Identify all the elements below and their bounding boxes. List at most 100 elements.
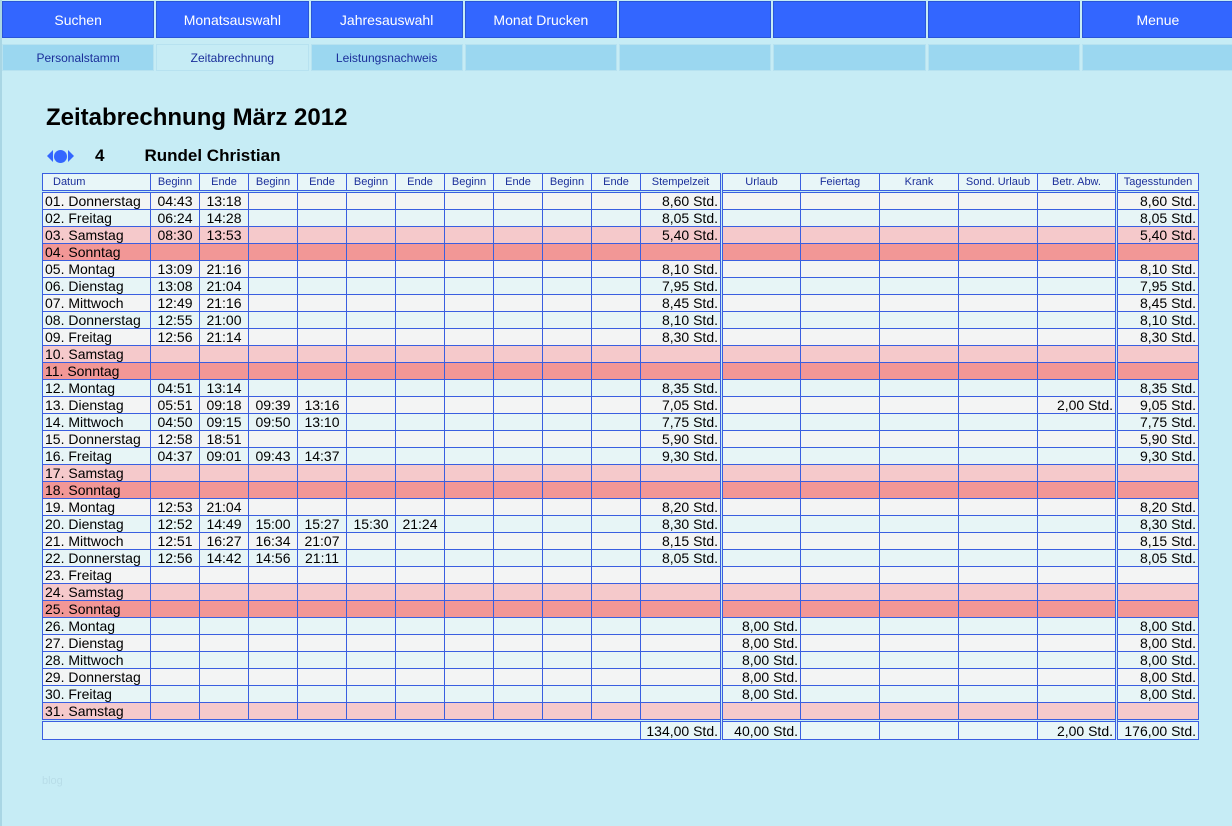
- feiertag-cell[interactable]: [800, 668, 880, 686]
- tagesstunden-cell[interactable]: [1115, 702, 1199, 721]
- nav-button-jahresauswahl[interactable]: Jahresauswahl: [310, 1, 463, 38]
- begin-time-cell[interactable]: [444, 226, 494, 244]
- end-time-cell[interactable]: 13:53: [199, 226, 249, 244]
- begin-time-cell[interactable]: [248, 277, 298, 295]
- end-time-cell[interactable]: [493, 226, 543, 244]
- betr-abw-cell[interactable]: [1037, 532, 1117, 550]
- begin-time-cell[interactable]: [542, 464, 592, 482]
- end-time-cell[interactable]: [591, 685, 641, 703]
- begin-time-cell[interactable]: [346, 464, 396, 482]
- end-time-cell[interactable]: [395, 600, 445, 618]
- feiertag-cell[interactable]: [800, 481, 880, 499]
- feiertag-cell[interactable]: [800, 447, 880, 465]
- begin-time-cell[interactable]: [150, 362, 200, 380]
- end-time-cell[interactable]: [199, 600, 249, 618]
- begin-time-cell[interactable]: [248, 651, 298, 669]
- end-time-cell[interactable]: [199, 464, 249, 482]
- end-time-cell[interactable]: [395, 190, 445, 210]
- tab-empty-7[interactable]: [1081, 44, 1232, 71]
- krank-cell[interactable]: [879, 532, 959, 550]
- end-time-cell[interactable]: [297, 294, 347, 312]
- betr-abw-cell[interactable]: [1037, 379, 1117, 397]
- begin-time-cell[interactable]: [542, 668, 592, 686]
- end-time-cell[interactable]: [199, 583, 249, 601]
- feiertag-cell[interactable]: [800, 413, 880, 431]
- stempelzeit-cell[interactable]: [640, 702, 722, 721]
- begin-time-cell[interactable]: [542, 549, 592, 567]
- tagesstunden-cell[interactable]: [1115, 362, 1199, 380]
- end-time-cell[interactable]: [591, 634, 641, 652]
- end-time-cell[interactable]: [591, 566, 641, 584]
- urlaub-cell[interactable]: [720, 328, 801, 346]
- end-time-cell[interactable]: 21:11: [297, 549, 347, 567]
- begin-time-cell[interactable]: [248, 481, 298, 499]
- tagesstunden-cell[interactable]: 8,60 Std.: [1115, 190, 1199, 210]
- end-time-cell[interactable]: [493, 190, 543, 210]
- krank-cell[interactable]: [879, 549, 959, 567]
- tagesstunden-cell[interactable]: 8,00 Std.: [1115, 685, 1199, 703]
- tagesstunden-cell[interactable]: 5,90 Std.: [1115, 430, 1199, 448]
- begin-time-cell[interactable]: [248, 243, 298, 261]
- sond-urlaub-cell[interactable]: [958, 498, 1038, 516]
- next-employee-icon[interactable]: [68, 150, 74, 162]
- end-time-cell[interactable]: [493, 345, 543, 363]
- feiertag-cell[interactable]: [800, 226, 880, 244]
- end-time-cell[interactable]: [395, 260, 445, 278]
- begin-time-cell[interactable]: [150, 583, 200, 601]
- begin-time-cell[interactable]: [542, 566, 592, 584]
- begin-time-cell[interactable]: [346, 498, 396, 516]
- begin-time-cell[interactable]: [542, 617, 592, 635]
- end-time-cell[interactable]: [493, 515, 543, 533]
- nav-button-empty-5[interactable]: [773, 1, 926, 38]
- begin-time-cell[interactable]: [542, 379, 592, 397]
- end-time-cell[interactable]: [591, 226, 641, 244]
- end-time-cell[interactable]: [297, 209, 347, 227]
- end-time-cell[interactable]: 18:51: [199, 430, 249, 448]
- betr-abw-cell[interactable]: [1037, 617, 1117, 635]
- tagesstunden-cell[interactable]: [1115, 345, 1199, 363]
- krank-cell[interactable]: [879, 362, 959, 380]
- begin-time-cell[interactable]: [542, 362, 592, 380]
- betr-abw-cell[interactable]: [1037, 311, 1117, 329]
- begin-time-cell[interactable]: [444, 600, 494, 618]
- end-time-cell[interactable]: [395, 209, 445, 227]
- end-time-cell[interactable]: [297, 430, 347, 448]
- krank-cell[interactable]: [879, 702, 959, 721]
- begin-time-cell[interactable]: [444, 566, 494, 584]
- end-time-cell[interactable]: [591, 600, 641, 618]
- end-time-cell[interactable]: [493, 702, 543, 721]
- tab-empty-5[interactable]: [773, 44, 926, 71]
- krank-cell[interactable]: [879, 328, 959, 346]
- begin-time-cell[interactable]: [248, 260, 298, 278]
- tagesstunden-cell[interactable]: 8,20 Std.: [1115, 498, 1199, 516]
- tagesstunden-cell[interactable]: 8,05 Std.: [1115, 209, 1199, 227]
- stempelzeit-cell[interactable]: 8,05 Std.: [640, 209, 722, 227]
- stempelzeit-cell[interactable]: 5,90 Std.: [640, 430, 722, 448]
- feiertag-cell[interactable]: [800, 328, 880, 346]
- end-time-cell[interactable]: 21:14: [199, 328, 249, 346]
- end-time-cell[interactable]: [297, 668, 347, 686]
- end-time-cell[interactable]: 13:16: [297, 396, 347, 414]
- betr-abw-cell[interactable]: [1037, 549, 1117, 567]
- betr-abw-cell[interactable]: [1037, 362, 1117, 380]
- begin-time-cell[interactable]: [444, 243, 494, 261]
- begin-time-cell[interactable]: [346, 328, 396, 346]
- begin-time-cell[interactable]: [542, 260, 592, 278]
- urlaub-cell[interactable]: [720, 464, 801, 482]
- end-time-cell[interactable]: [493, 668, 543, 686]
- end-time-cell[interactable]: [297, 600, 347, 618]
- tagesstunden-cell[interactable]: 9,05 Std.: [1115, 396, 1199, 414]
- stempelzeit-cell[interactable]: [640, 651, 722, 669]
- krank-cell[interactable]: [879, 277, 959, 295]
- begin-time-cell[interactable]: [248, 362, 298, 380]
- tagesstunden-cell[interactable]: 8,10 Std.: [1115, 260, 1199, 278]
- sond-urlaub-cell[interactable]: [958, 600, 1038, 618]
- sond-urlaub-cell[interactable]: [958, 396, 1038, 414]
- begin-time-cell[interactable]: [542, 345, 592, 363]
- betr-abw-cell[interactable]: [1037, 277, 1117, 295]
- betr-abw-cell[interactable]: [1037, 600, 1117, 618]
- begin-time-cell[interactable]: [444, 396, 494, 414]
- krank-cell[interactable]: [879, 481, 959, 499]
- urlaub-cell[interactable]: 8,00 Std.: [720, 634, 801, 652]
- begin-time-cell[interactable]: 04:43: [150, 190, 200, 210]
